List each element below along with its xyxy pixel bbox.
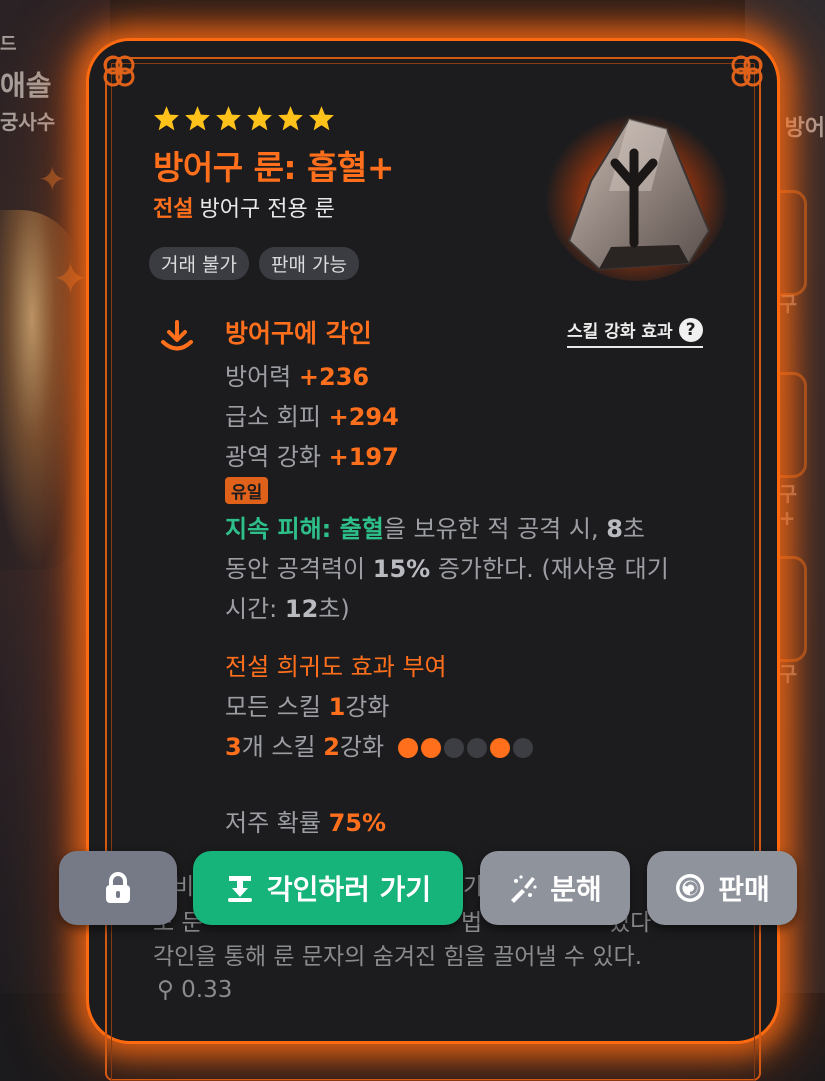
background-label-small: 드: [0, 34, 17, 55]
lore-fragment: 법: [461, 910, 483, 936]
engrave-section-title: 방어구에 각인: [225, 319, 372, 348]
unique-badge: 유일: [225, 477, 269, 504]
lore-line: 각인을 통해 룬 문자의 숨겨진 힘을 끌어낼 수 있다.: [153, 944, 642, 970]
engrave-icon: [227, 876, 252, 902]
celtic-knot-icon: [731, 55, 763, 87]
coin-icon: [676, 874, 705, 902]
engrave-download-icon: [161, 320, 193, 351]
skill-dot: [512, 738, 533, 758]
lock-icon: [106, 872, 130, 903]
star-icon: [309, 106, 334, 131]
disassemble-label: 분해: [550, 873, 602, 906]
star-icon: [216, 106, 241, 131]
effect-description: 지속 피해: 출혈을 보유한 적 공격 시, 8초 동안 공격력이 15% 증가…: [225, 515, 669, 623]
item-tags: 거래 불가 판매 가능: [149, 247, 359, 280]
star-icon: [247, 106, 272, 131]
sparkle-icon: ✦: [52, 254, 89, 305]
item-subtitle: 전설 방어구 전용 룬: [153, 191, 335, 223]
lock-button[interactable]: [59, 851, 177, 925]
stat-area-boost: 광역 강화 +197: [225, 443, 399, 471]
disassemble-button[interactable]: 분해: [480, 851, 630, 925]
go-engrave-button[interactable]: 각인하러 가기: [193, 851, 463, 925]
item-weight: ⚲ 0.33: [157, 977, 233, 1003]
star-icon: [278, 106, 303, 131]
rune-stone-icon: [545, 105, 729, 281]
item-type: 방어구 전용 룬: [199, 197, 335, 222]
tag-sellable: 판매 가능: [258, 247, 359, 280]
sparkle-icon: ✦: [38, 160, 67, 200]
star-icon: [185, 106, 210, 131]
curse-chance: 저주 확률 75%: [225, 809, 387, 837]
tag-untradeable: 거래 불가: [149, 247, 249, 280]
help-icon: ?: [678, 317, 703, 342]
skill-dot: [443, 738, 464, 758]
skill-effect-label: 스킬 강화 효과: [567, 322, 673, 342]
go-engrave-label: 각인하러 가기: [266, 873, 432, 906]
legend-effect-title: 전설 희귀도 효과 부여: [225, 653, 447, 681]
skill-dots: [397, 738, 533, 758]
star-icon: [154, 106, 179, 131]
disassemble-icon: [511, 875, 537, 903]
skill-dot: [489, 738, 510, 758]
skill-effect-link[interactable]: 스킬 강화 효과 ?: [567, 317, 703, 348]
background-title: 애솔: [0, 69, 52, 102]
skill-dot: [466, 738, 487, 758]
background-right-title: 방어: [784, 116, 825, 141]
stat-defense: 방어력 +236: [225, 363, 370, 391]
background-subtitle: 궁사수: [0, 110, 56, 134]
item-rarity: 전설: [153, 197, 194, 222]
item-name: 방어구 룬: 흡혈+: [153, 148, 395, 187]
stat-crit-evasion: 급소 회피 +294: [225, 403, 399, 431]
sell-label: 판매: [718, 873, 770, 906]
sell-button[interactable]: 판매: [647, 851, 797, 925]
skill-dot: [420, 738, 441, 758]
star-rating: [153, 105, 335, 132]
skill-dot: [397, 738, 418, 758]
all-skills-line: 모든 스킬 1강화: [225, 693, 390, 721]
skill-count-line: 3개 스킬 2강화: [225, 727, 533, 762]
celtic-knot-icon: [103, 55, 135, 87]
